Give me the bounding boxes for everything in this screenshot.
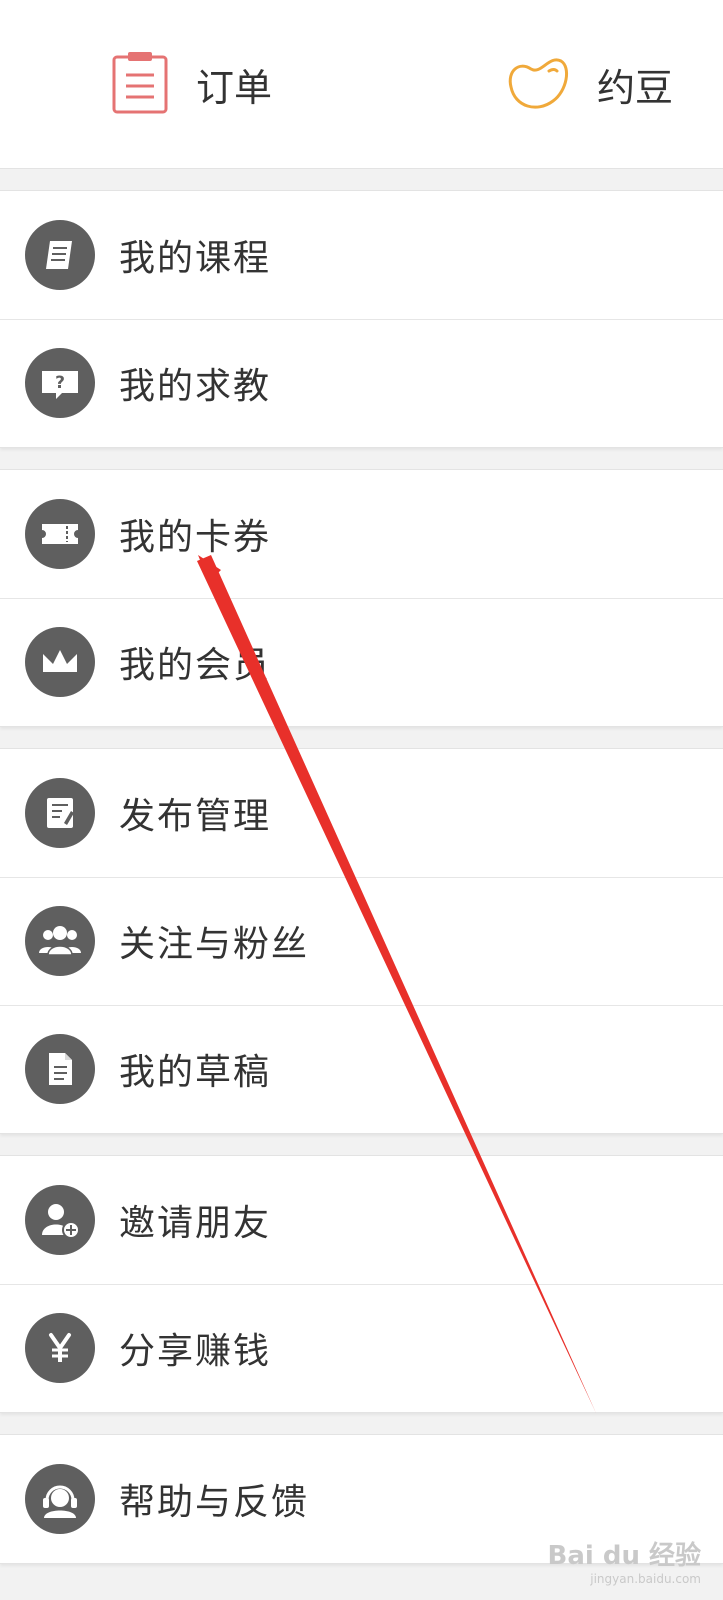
- add-user-icon: [25, 1185, 95, 1255]
- menu-item-follow-fans[interactable]: 关注与粉丝: [0, 877, 723, 1005]
- menu-label: 关注与粉丝: [119, 924, 310, 965]
- section-learning: 我的课程 ? 我的求教: [0, 190, 723, 448]
- menu-label: 我的课程: [119, 238, 272, 279]
- book-icon: [25, 220, 95, 290]
- watermark-brand: Bai du 经验: [547, 1541, 702, 1571]
- section-account: 我的卡券 我的会员: [0, 469, 723, 727]
- menu-item-publish-management[interactable]: 发布管理: [0, 749, 723, 877]
- top-bar: 订单 约豆: [0, 0, 723, 169]
- clipboard-list-icon: [110, 49, 170, 119]
- crown-icon: [25, 627, 95, 697]
- section-content: 发布管理 关注与粉丝 我的草稿: [0, 748, 723, 1134]
- menu-item-my-coupons[interactable]: 我的卡券: [0, 470, 723, 598]
- menu-label: 分享赚钱: [119, 1331, 272, 1372]
- menu-label: 我的草稿: [119, 1052, 272, 1093]
- orders-button[interactable]: 订单: [110, 0, 272, 168]
- menu-label: 我的会员: [119, 645, 272, 686]
- beans-button[interactable]: 约豆: [505, 0, 673, 168]
- yen-icon: [25, 1313, 95, 1383]
- baidu-watermark: Bai du 经验 jingyan.baidu.com: [548, 1535, 702, 1586]
- headset-icon: [25, 1464, 95, 1534]
- file-icon: [25, 1034, 95, 1104]
- menu-item-share-earn[interactable]: 分享赚钱: [0, 1284, 723, 1412]
- menu-item-my-questions[interactable]: ? 我的求教: [0, 319, 723, 447]
- menu-label: 我的卡券: [119, 517, 272, 558]
- section-social: 邀请朋友 分享赚钱: [0, 1155, 723, 1413]
- beans-label: 约豆: [597, 65, 674, 110]
- menu-label: 帮助与反馈: [119, 1482, 310, 1523]
- watermark-domain: jingyan.baidu.com: [590, 1572, 701, 1586]
- bean-icon: [505, 51, 571, 117]
- menu-label: 邀请朋友: [119, 1203, 272, 1244]
- orders-label: 订单: [196, 65, 273, 110]
- menu-item-my-courses[interactable]: 我的课程: [0, 191, 723, 319]
- menu-item-invite-friends[interactable]: 邀请朋友: [0, 1156, 723, 1284]
- menu-label: 我的求教: [119, 366, 272, 407]
- menu-item-my-drafts[interactable]: 我的草稿: [0, 1005, 723, 1133]
- ticket-icon: [25, 499, 95, 569]
- svg-text:?: ?: [55, 373, 65, 393]
- menu-item-my-membership[interactable]: 我的会员: [0, 598, 723, 726]
- users-group-icon: [25, 906, 95, 976]
- question-bubble-icon: ?: [25, 348, 95, 418]
- document-edit-icon: [25, 778, 95, 848]
- menu-label: 发布管理: [119, 796, 272, 837]
